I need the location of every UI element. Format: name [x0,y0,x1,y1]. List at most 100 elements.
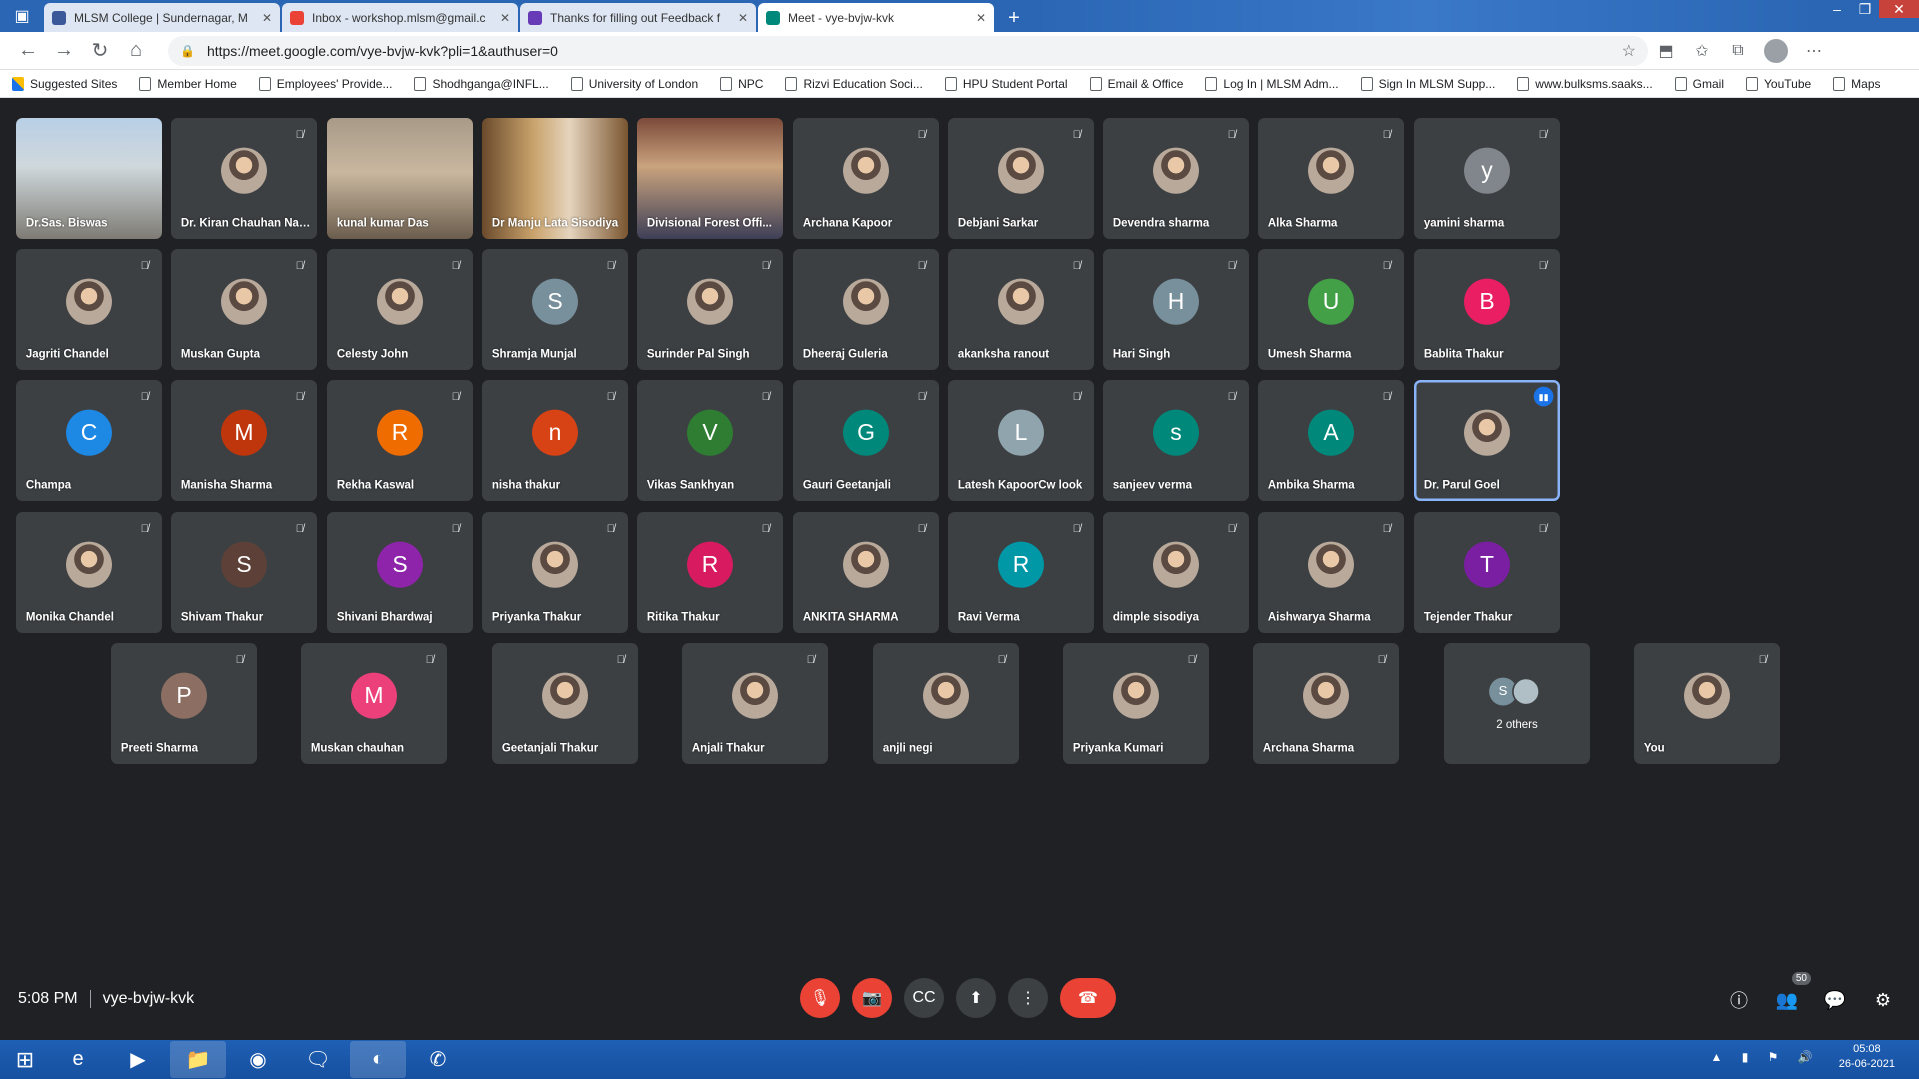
taskbar-explorer[interactable]: 📁 [170,1041,226,1078]
microphone-off-button[interactable]: 🎙 [800,978,840,1018]
participant-tile[interactable]: Surinder Pal Singh 🎙̸ [637,249,784,371]
profile-avatar[interactable] [1764,38,1788,63]
participant-tile[interactable]: n nisha thakur 🎙̸ [481,380,628,502]
participant-tile[interactable]: H Hari Singh 🎙̸ [1103,249,1250,371]
participant-tile[interactable]: S Shivani Bhardwaj 🎙̸ [326,511,473,633]
browser-tab[interactable]: MLSM College | Sundernagar, M ✕ [44,3,280,32]
more-options-button[interactable]: ⋮ [1008,978,1048,1018]
participant-tile[interactable]: ANKITA SHARMA 🎙̸ [792,511,939,633]
participant-tile[interactable]: Alka Sharma 🎙̸ [1258,118,1405,239]
participant-tile[interactable]: G Gauri Geetanjali 🎙̸ [792,380,939,502]
participant-tile[interactable]: A Ambika Sharma 🎙̸ [1258,380,1405,502]
taskbar-messaging[interactable]: 🗨 [290,1041,346,1078]
url-input[interactable]: 🔒 https://meet.google.com/vye-bvjw-kvk?p… [168,35,1648,66]
bookmark-item[interactable]: Suggested Sites [12,76,117,91]
home-icon[interactable]: ⌂ [118,35,154,67]
forward-icon[interactable]: → [46,35,82,67]
participant-tile[interactable]: kunal kumar Das [326,118,473,239]
back-icon[interactable]: ← [10,35,46,67]
minimize-icon[interactable]: – [1823,0,1851,18]
bookmark-item[interactable]: Log In | MLSM Adm... [1205,76,1339,91]
bookmark-item[interactable]: NPC [720,76,763,91]
participant-tile[interactable]: M Muskan chauhan 🎙̸ [301,642,448,764]
meeting-details-button[interactable]: ⓘ [1721,982,1757,1018]
tab-search-icon[interactable]: ▣ [0,0,44,32]
bookmark-item[interactable]: University of London [570,76,698,91]
participant-tile[interactable]: Monika Chandel 🎙̸ [16,511,162,633]
participant-tile[interactable]: Dr. Kiran Chauhan Nar... 🎙̸ [171,118,318,239]
participant-tile[interactable]: Priyanka Thakur 🎙̸ [481,511,628,633]
participant-tile[interactable]: Divisional Forest Offi... [637,118,784,239]
participant-tile[interactable]: Devendra sharma 🎙̸ [1103,118,1250,239]
tab-close-icon[interactable]: ✕ [738,11,748,25]
participant-tile[interactable]: Dr. Parul Goel ▮▮ [1413,380,1560,502]
browser-tab[interactable]: Meet - vye-bvjw-kvk ✕ [758,3,994,32]
present-now-button[interactable]: ⬆ [956,978,996,1018]
start-button[interactable]: ⊞ [0,1040,50,1079]
bookmark-item[interactable]: Rizvi Education Soci... [785,76,923,91]
bookmark-item[interactable]: Maps [1833,76,1881,91]
bookmark-item[interactable]: Shodhganga@INFL... [414,76,549,91]
participant-tile[interactable]: R Rekha Kaswal 🎙̸ [326,380,473,502]
participant-tile[interactable]: Muskan Gupta 🎙̸ [171,249,318,371]
participant-tile[interactable]: L Latesh KapoorCw look 🎙̸ [947,380,1094,502]
participant-tile[interactable]: R Ravi Verma 🎙̸ [947,511,1094,633]
chat-button[interactable]: 💬 [1817,982,1853,1018]
participant-tile[interactable]: Dr Manju Lata Sisodiya [481,118,628,239]
others-tile[interactable]: S 2 others [1443,642,1590,764]
participant-tile[interactable]: Celesty John 🎙̸ [326,249,473,371]
bookmark-item[interactable]: Gmail [1674,76,1724,91]
participant-tile[interactable]: Dr.Sas. Biswas [16,118,162,239]
taskbar-ie[interactable]: e [50,1041,106,1078]
captions-button[interactable]: CC [904,978,944,1018]
tab-close-icon[interactable]: ✕ [500,11,510,25]
activities-button[interactable]: ⚙ [1865,982,1901,1018]
participant-tile[interactable]: Aishwarya Sharma 🎙̸ [1258,511,1405,633]
participant-tile[interactable]: T Tejender Thakur 🎙̸ [1413,511,1560,633]
participant-tile[interactable]: Debjani Sarkar 🎙̸ [947,118,1094,239]
taskbar-chrome[interactable]: ◉ [230,1041,286,1078]
participant-tile[interactable]: Priyanka Kumari 🎙̸ [1063,642,1209,764]
participant-tile[interactable]: s sanjeev verma 🎙̸ [1103,380,1250,502]
participant-tile[interactable]: B Bablita Thakur 🎙̸ [1413,249,1560,371]
participant-tile[interactable]: V Vikas Sankhyan 🎙̸ [637,380,784,502]
extension-icon[interactable]: ⬒ [1648,35,1684,67]
participant-tile[interactable]: R Ritika Thakur 🎙̸ [637,511,784,633]
bookmark-star-icon[interactable]: ☆ [1622,41,1636,61]
participant-tile[interactable]: akanksha ranout 🎙̸ [947,249,1094,371]
participant-tile[interactable]: Dheeraj Guleria 🎙̸ [792,249,939,371]
reload-icon[interactable]: ↻ [82,35,118,67]
taskbar-edge[interactable]: ◐ [350,1041,406,1078]
bookmark-item[interactable]: HPU Student Portal [944,76,1068,91]
bookmark-item[interactable]: Member Home [139,76,237,91]
bookmark-item[interactable]: www.bulksms.saaks... [1517,76,1653,91]
bookmark-item[interactable]: Email & Office [1089,76,1183,91]
participant-tile[interactable]: Anjali Thakur 🎙̸ [682,642,829,764]
lock-icon[interactable]: 🔒 [180,44,195,58]
participant-tile[interactable]: Archana Sharma 🎙̸ [1253,642,1400,764]
browser-tab[interactable]: Thanks for filling out Feedback f ✕ [520,3,756,32]
camera-off-button[interactable]: 📷 [852,978,892,1018]
tray-clock[interactable]: 05:08 26-06-2021 [1839,1042,1895,1072]
participant-tile[interactable]: P Preeti Sharma 🎙̸ [111,642,257,764]
participant-tile[interactable]: M Manisha Sharma 🎙̸ [171,380,318,502]
participant-tile[interactable]: C Champa 🎙̸ [16,380,162,502]
participant-tile[interactable]: Geetanjali Thakur 🎙̸ [491,642,638,764]
close-window-icon[interactable]: ✕ [1879,0,1919,18]
people-button[interactable]: 👥 50 [1769,972,1811,1018]
participant-tile[interactable]: Jagriti Chandel 🎙̸ [16,249,162,371]
participant-tile[interactable]: anjli negi 🎙̸ [872,642,1019,764]
participant-tile[interactable]: U Umesh Sharma 🎙̸ [1258,249,1405,371]
tray-icons[interactable]: ▲ ▮ ⚑ 🔊 [1711,1050,1821,1064]
bookmark-item[interactable]: Employees' Provide... [258,76,392,91]
tab-close-icon[interactable]: ✕ [976,11,986,25]
participant-tile[interactable]: y yamini sharma 🎙̸ [1413,118,1560,239]
leave-call-button[interactable]: ☎ [1060,978,1116,1018]
bookmark-item[interactable]: YouTube [1746,76,1811,91]
participant-tile[interactable]: S Shramja Munjal 🎙̸ [481,249,628,371]
tab-close-icon[interactable]: ✕ [262,11,272,25]
taskbar-whatsapp[interactable]: ✆ [410,1041,466,1078]
new-tab-button[interactable]: + [1000,4,1028,32]
more-menu-icon[interactable]: ⋯ [1796,35,1832,67]
maximize-icon[interactable]: ❐ [1851,0,1879,18]
